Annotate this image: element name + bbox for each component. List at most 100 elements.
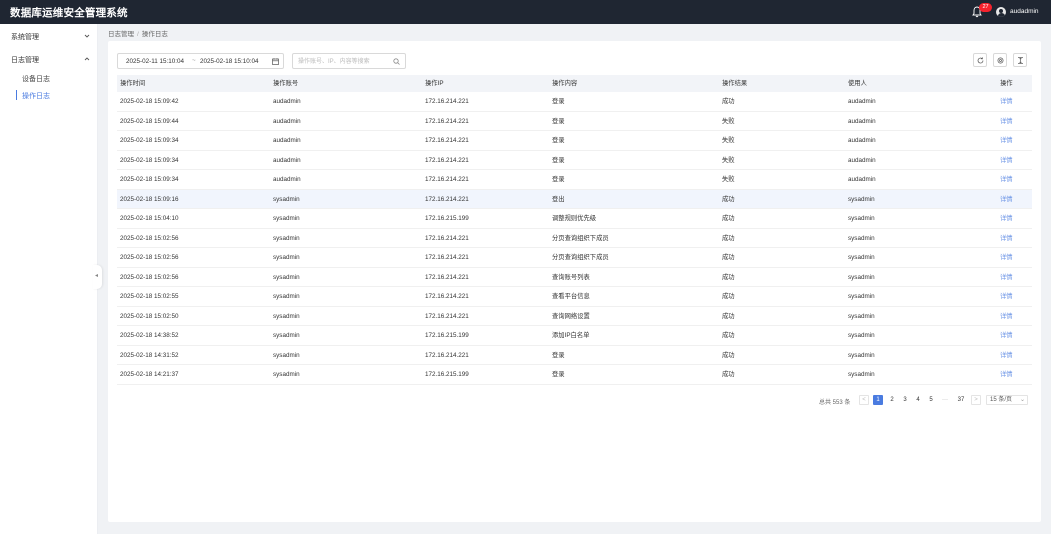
cell-content: 登录 — [552, 98, 565, 105]
cell-user: audadmin — [848, 176, 876, 183]
cell-ip: 172.16.214.221 — [425, 234, 469, 242]
pagination-page-4[interactable]: 4 — [913, 395, 923, 405]
cell-ip: 172.16.214.221 — [425, 117, 469, 125]
page-size-value: 15 条/页 — [990, 397, 1013, 403]
cell-content: 查看平台信息 — [552, 293, 590, 300]
column-header: 操作结果 — [722, 80, 748, 87]
cell-ip: 172.16.214.221 — [425, 98, 469, 105]
cell-ip: 172.16.214.221 — [425, 351, 469, 359]
cell-action[interactable]: 详情 — [1000, 307, 1013, 326]
date-range-picker[interactable]: 2025-02-11 15:10:04 ~ 2025-02-18 15:10:0… — [117, 53, 284, 69]
pagination-ellipsis[interactable]: ··· — [940, 395, 950, 405]
page-size-select[interactable]: 15 条/页 ⌄ — [986, 395, 1028, 405]
pagination-prev-button[interactable]: < — [859, 395, 869, 405]
cell-result: 成功 — [722, 312, 735, 320]
date-end[interactable]: 2025-02-18 15:10:04 — [200, 58, 258, 65]
cell-action[interactable]: 详情 — [1000, 287, 1013, 306]
pagination-page-2[interactable]: 2 — [887, 395, 897, 405]
cell-account: sysadmin — [273, 254, 300, 261]
avatar[interactable] — [996, 7, 1006, 17]
cell-user: audadmin — [848, 117, 876, 125]
cell-account: audadmin — [273, 156, 301, 164]
cell-content: 分页查询组织下成员 — [552, 234, 609, 242]
settings-icon — [997, 57, 1004, 64]
pagination-page-1[interactable]: 1 — [873, 395, 883, 405]
cell-action[interactable]: 详情 — [1000, 151, 1013, 170]
sidebar-collapse-button[interactable]: ◂ — [93, 265, 102, 289]
cell-account: audadmin — [273, 137, 301, 144]
cell-action[interactable]: 详情 — [1000, 92, 1013, 111]
cell-content: 添加IP白名单 — [552, 332, 590, 339]
cell-time: 2025-02-18 15:09:44 — [120, 117, 179, 125]
cell-time: 2025-02-18 15:02:50 — [120, 312, 179, 320]
sidebar: 系统管理 日志管理 设备日志 操作日志 — [0, 24, 98, 534]
cell-account: sysadmin — [273, 195, 300, 203]
column-height-button[interactable] — [1013, 53, 1027, 67]
column-header: 操作内容 — [552, 80, 578, 87]
cell-result: 成功 — [722, 215, 735, 222]
cell-action[interactable]: 详情 — [1000, 248, 1013, 267]
cell-result: 失败 — [722, 156, 735, 164]
cell-result: 成功 — [722, 273, 735, 281]
pagination-next-button[interactable]: > — [971, 395, 981, 405]
cell-account: sysadmin — [273, 273, 300, 281]
cell-result: 成功 — [722, 371, 735, 378]
cell-action[interactable]: 详情 — [1000, 112, 1013, 131]
cell-action[interactable]: 详情 — [1000, 268, 1013, 287]
refresh-button[interactable] — [973, 53, 987, 67]
cell-time: 2025-02-18 15:09:34 — [120, 137, 179, 144]
table-row: 2025-02-18 15:02:50 sysadmin 172.16.214.22… — [117, 307, 1032, 326]
date-start[interactable]: 2025-02-11 15:10:04 — [126, 58, 184, 65]
table-header: 操作时间 操作账号 操作IP 操作内容 操作结果 使用人 操作 — [117, 75, 1032, 92]
cell-time: 2025-02-18 15:02:56 — [120, 254, 179, 261]
cell-result: 成功 — [722, 234, 735, 242]
cell-action[interactable]: 详情 — [1000, 326, 1013, 345]
cell-content: 查询网络设置 — [552, 312, 590, 320]
cell-user: sysadmin — [848, 332, 875, 339]
cell-time: 2025-02-18 15:02:56 — [120, 234, 179, 242]
pagination-page-3[interactable]: 3 — [900, 395, 910, 405]
cell-user: audadmin — [848, 137, 876, 144]
cell-result: 失败 — [722, 137, 735, 144]
cell-action[interactable]: 详情 — [1000, 209, 1013, 228]
cell-ip: 172.16.214.221 — [425, 195, 469, 203]
sidebar-item-device-logs[interactable]: 设备日志 — [0, 70, 98, 86]
username[interactable]: audadmin — [1010, 8, 1039, 15]
sidebar-item-operation-logs[interactable]: 操作日志 — [0, 87, 98, 103]
cell-action[interactable]: 详情 — [1000, 170, 1013, 189]
pagination-page-5[interactable]: 5 — [926, 395, 936, 405]
cell-time: 2025-02-18 15:09:34 — [120, 156, 179, 164]
cell-action[interactable]: 详情 — [1000, 229, 1013, 248]
cell-time: 2025-02-18 15:09:42 — [120, 98, 179, 105]
cell-ip: 172.16.215.199 — [425, 332, 469, 339]
notification-badge: 27 — [979, 3, 992, 12]
cell-time: 2025-02-18 15:04:10 — [120, 215, 179, 222]
column-header: 操作IP — [425, 80, 444, 87]
breadcrumb-current: 操作日志 — [141, 31, 168, 38]
cell-time: 2025-02-18 14:31:52 — [120, 351, 179, 359]
cell-action[interactable]: 详情 — [1000, 131, 1013, 150]
search-icon[interactable] — [393, 58, 400, 65]
cell-action[interactable]: 详情 — [1000, 190, 1013, 209]
cell-action[interactable]: 详情 — [1000, 365, 1013, 384]
cell-content: 分页查询组织下成员 — [552, 254, 609, 261]
table-row: 2025-02-18 15:09:34 audadmin 172.16.214.22… — [117, 151, 1032, 170]
column-header: 操作账号 — [273, 80, 299, 87]
breadcrumb: 日志管理 / 操作日志 — [108, 28, 168, 38]
column-header: 操作 — [1000, 80, 1013, 87]
search-box[interactable] — [292, 53, 406, 69]
settings-button[interactable] — [993, 53, 1007, 67]
cell-user: sysadmin — [848, 254, 875, 261]
cell-user: sysadmin — [848, 351, 875, 359]
cell-content: 查询账号列表 — [552, 273, 590, 281]
table-row: 2025-02-18 15:02:56 sysadmin 172.16.214.22… — [117, 229, 1032, 248]
sidebar-group-logs[interactable]: 日志管理 — [0, 50, 98, 68]
cell-result: 成功 — [722, 351, 735, 359]
pagination-last-page[interactable]: 37 — [956, 395, 966, 405]
search-input[interactable] — [298, 57, 388, 66]
cell-time: 2025-02-18 15:09:34 — [120, 176, 179, 183]
top-bar: 数据库运维安全管理系统 27 audadmin — [0, 0, 1051, 24]
breadcrumb-parent[interactable]: 日志管理 — [108, 31, 134, 38]
sidebar-group-system[interactable]: 系统管理 — [0, 27, 98, 45]
cell-action[interactable]: 详情 — [1000, 346, 1013, 365]
